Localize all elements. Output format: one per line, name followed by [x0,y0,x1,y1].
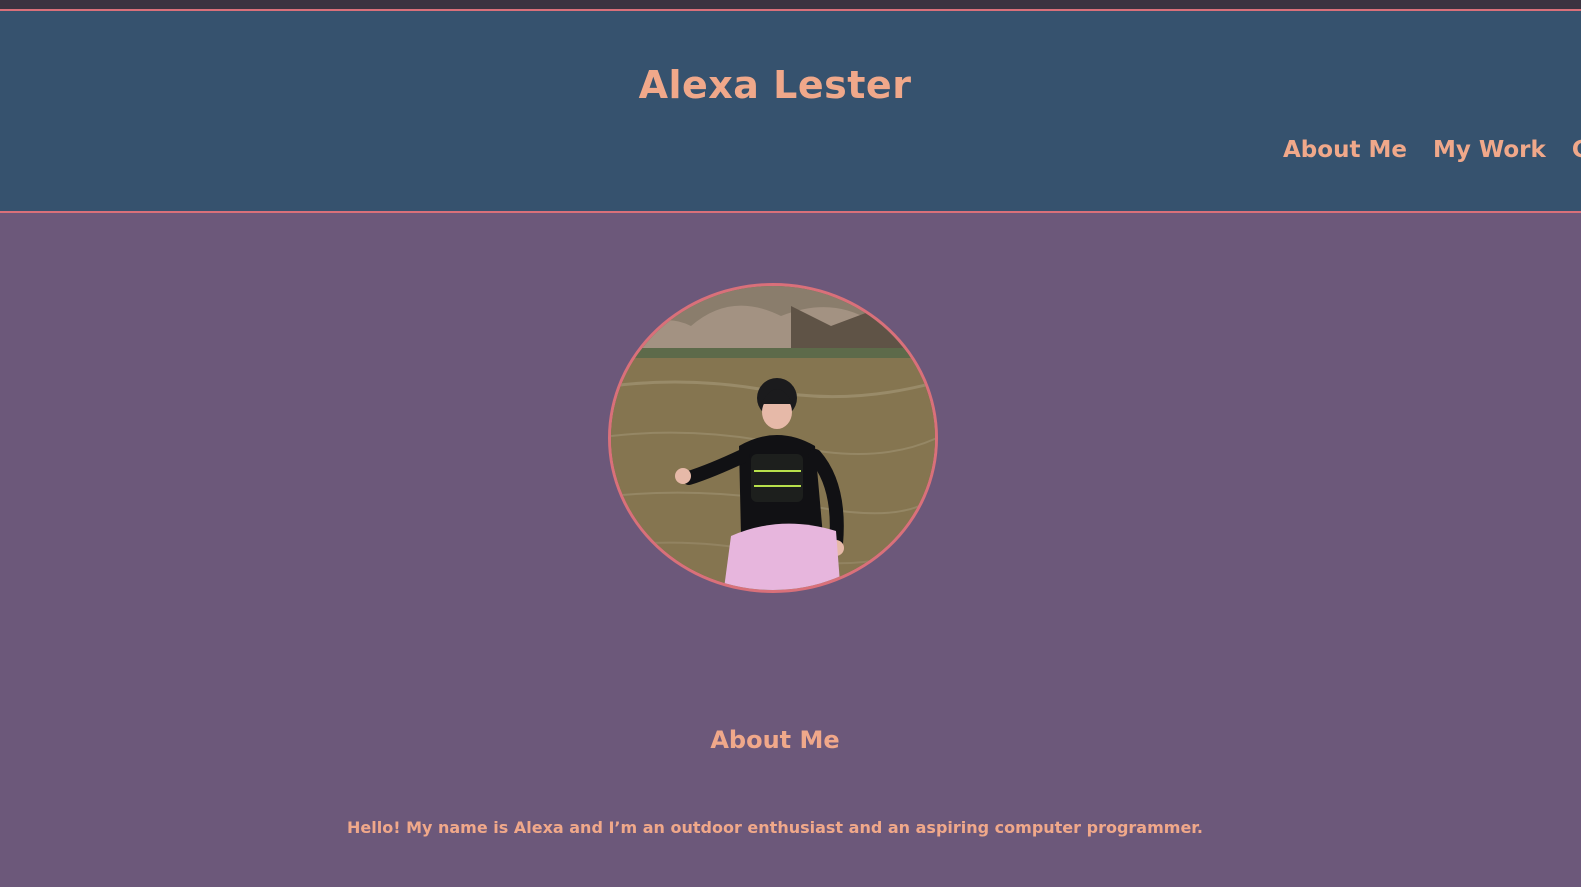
profile-photo [608,283,938,593]
nav-about-me[interactable]: About Me [1283,137,1407,163]
site-header: Alexa Lester About Me My Work Con [0,9,1581,213]
main-nav: About Me My Work Con [1283,137,1581,163]
profile-image [611,286,935,590]
nav-contact[interactable]: Con [1572,137,1581,163]
about-intro: Hello! My name is Alexa and I’m an outdo… [347,818,1203,837]
site-title: Alexa Lester [638,63,912,107]
top-strip [0,0,1581,9]
about-heading: About Me [710,726,840,754]
nav-my-work[interactable]: My Work [1433,137,1546,163]
